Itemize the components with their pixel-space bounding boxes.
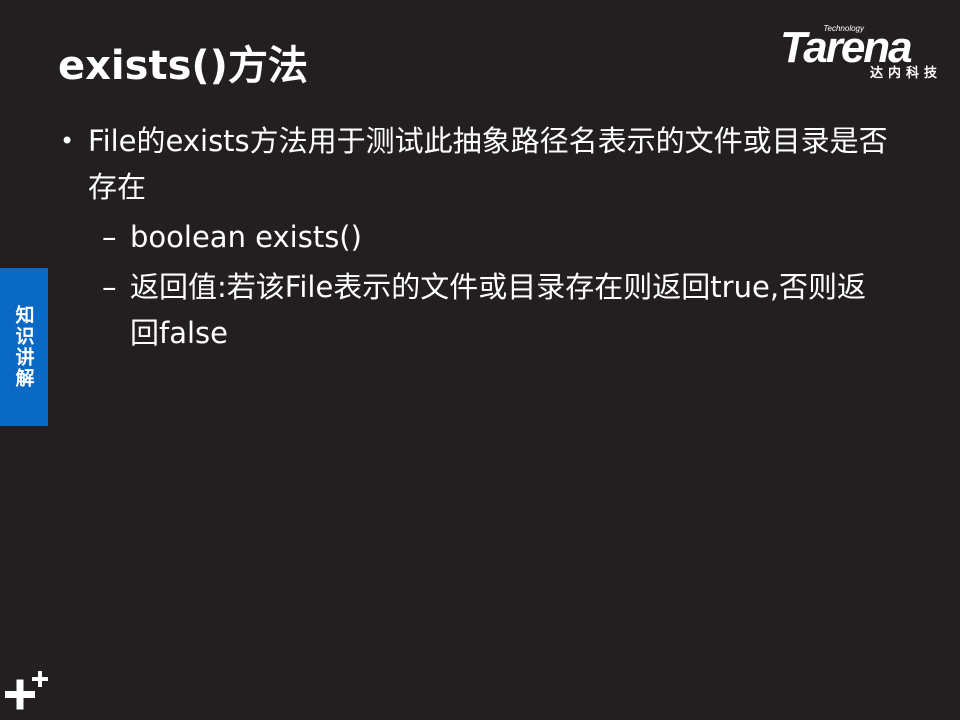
bullet-marker: • bbox=[60, 127, 75, 155]
sub-marker: – bbox=[102, 220, 117, 254]
bullet-text: File的exists方法用于测试此抽象路径名表示的文件或目录是否存在 bbox=[88, 124, 888, 204]
logo-subtitle: 达内科技 bbox=[869, 66, 942, 81]
side-tab-label: 知识讲解 bbox=[12, 305, 35, 389]
plus-icon bbox=[5, 671, 48, 710]
sub-item-text: boolean exists() bbox=[130, 220, 362, 254]
tarena-logo: Technology Tarena 达内科技 bbox=[780, 22, 946, 84]
slide-title: exists()方法 bbox=[58, 43, 308, 89]
bullet-item: • File的exists方法用于测试此抽象路径名表示的文件或目录是否存在 bbox=[60, 118, 890, 210]
sub-marker: – bbox=[102, 270, 117, 304]
side-tab: 知识讲解 bbox=[0, 268, 48, 426]
sub-item-text: 返回值:若该File表示的文件或目录存在则返回true,否则返回false bbox=[130, 270, 867, 350]
sub-item: – boolean exists() bbox=[60, 214, 890, 260]
slide-content: • File的exists方法用于测试此抽象路径名表示的文件或目录是否存在 – … bbox=[60, 118, 890, 356]
sub-item: – 返回值:若该File表示的文件或目录存在则返回true,否则返回false bbox=[60, 264, 890, 356]
slide: exists()方法 Technology Tarena 达内科技 • File… bbox=[0, 0, 960, 720]
